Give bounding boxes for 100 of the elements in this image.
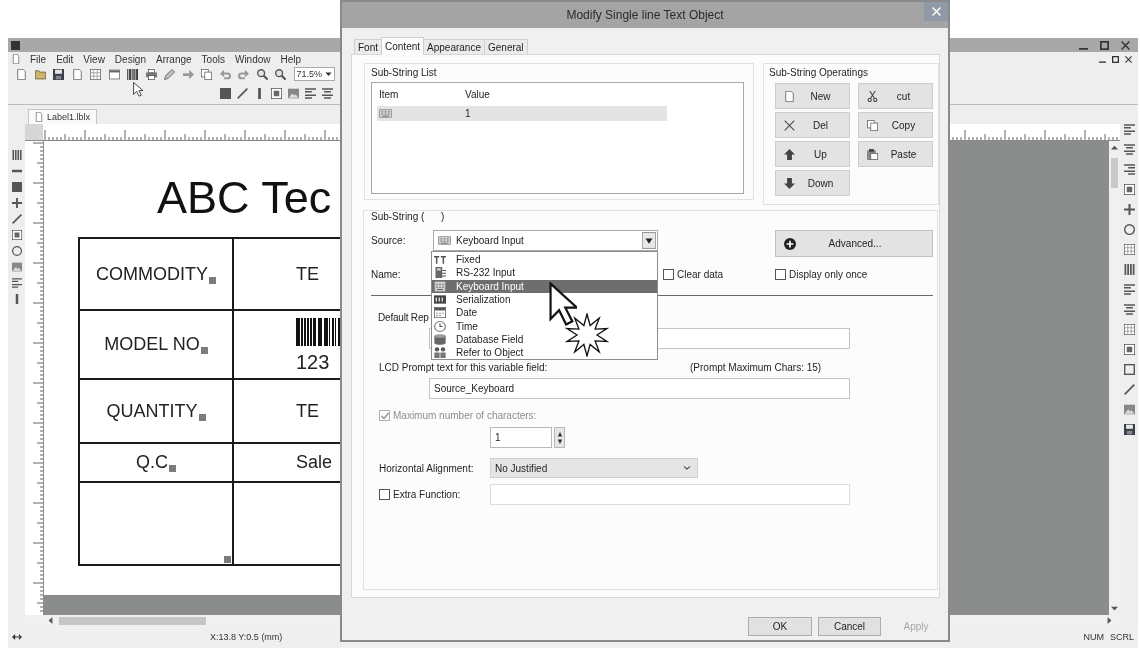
selection-handle-icon[interactable] xyxy=(209,276,216,284)
rectangle-icon[interactable] xyxy=(1123,364,1135,375)
paste-button[interactable]: Paste xyxy=(858,141,933,167)
dropdown-option[interactable]: Keyboard Input xyxy=(432,279,657,293)
menu-item[interactable]: Tools xyxy=(201,53,225,65)
magnifier-icon[interactable] xyxy=(275,68,286,80)
line-icon[interactable] xyxy=(1123,384,1135,395)
delete-button[interactable]: Del xyxy=(775,112,850,138)
bars-icon[interactable] xyxy=(1123,264,1135,275)
close-icon[interactable] xyxy=(1125,55,1132,63)
menu-item[interactable]: File xyxy=(30,53,47,65)
selection-handle-icon[interactable] xyxy=(200,347,208,354)
magnifier-icon[interactable] xyxy=(256,68,268,80)
grid-icon[interactable] xyxy=(1123,324,1135,335)
document-icon[interactable] xyxy=(71,68,83,80)
framed-square-icon[interactable] xyxy=(11,230,22,240)
line-icon[interactable] xyxy=(11,214,22,224)
align-left-icon[interactable] xyxy=(305,87,316,99)
up-arrow-icon[interactable] xyxy=(1111,145,1118,150)
move-down-button[interactable]: Down xyxy=(775,170,850,196)
tab[interactable]: General xyxy=(484,39,528,54)
checkbox[interactable] xyxy=(663,269,674,280)
align-left-icon[interactable] xyxy=(1123,284,1135,295)
dropdown-option[interactable]: Date xyxy=(432,306,657,320)
image-icon[interactable] xyxy=(1123,404,1135,415)
line-icon[interactable] xyxy=(237,87,248,99)
barcode-icon xyxy=(296,317,340,346)
copy-icon[interactable] xyxy=(201,68,212,80)
close-icon[interactable] xyxy=(1121,40,1130,50)
right-arrow-icon[interactable] xyxy=(1107,617,1112,624)
pencil-icon[interactable] xyxy=(164,68,175,80)
checkbox[interactable] xyxy=(775,269,786,280)
circle-icon[interactable] xyxy=(1123,224,1135,235)
new-button[interactable]: New xyxy=(775,83,850,109)
down-arrow-icon[interactable] xyxy=(1111,606,1118,611)
selection-handle-icon[interactable] xyxy=(224,556,231,563)
cancel-button[interactable]: Cancel xyxy=(818,617,881,636)
selection-handle-icon[interactable] xyxy=(198,413,206,421)
folder-icon[interactable] xyxy=(34,68,46,80)
align-left-icon[interactable] xyxy=(1123,124,1135,135)
document-icon[interactable] xyxy=(16,68,27,80)
advanced-button[interactable]: Advanced... xyxy=(775,230,933,257)
image-icon[interactable] xyxy=(11,262,22,272)
dropdown-option[interactable]: Refer to Object xyxy=(432,346,657,360)
scrollbar-thumb[interactable] xyxy=(59,616,206,625)
zoom-dropdown[interactable]: 71.5% xyxy=(293,67,336,81)
scrollbar-thumb[interactable] xyxy=(1111,158,1118,188)
dropdown-option[interactable]: RS-232 Input xyxy=(432,266,657,280)
square-icon[interactable] xyxy=(11,182,22,192)
dropdown-option[interactable]: Time xyxy=(432,319,657,333)
checkbox[interactable] xyxy=(379,489,390,500)
plus-icon[interactable] xyxy=(11,198,22,208)
source-dropdown[interactable]: Keyboard Input xyxy=(433,230,658,251)
move-up-button[interactable]: Up xyxy=(775,141,850,167)
cut-button[interactable]: cut xyxy=(858,83,933,109)
alignment-dropdown[interactable]: No Justified xyxy=(490,458,698,478)
cursor-position: X:13.8 Y:0.5 (mm) xyxy=(210,632,283,642)
list-row[interactable]: 1 xyxy=(377,106,667,121)
spin-button[interactable] xyxy=(554,427,565,448)
tab[interactable]: Content xyxy=(381,37,425,55)
selection-handle-icon[interactable] xyxy=(169,465,176,472)
barcode-icon[interactable] xyxy=(127,68,138,80)
framed-square-icon[interactable] xyxy=(1123,184,1135,195)
framed-square-icon[interactable] xyxy=(271,87,282,99)
label-text: QUANTITY xyxy=(106,400,198,422)
plus-icon[interactable] xyxy=(1123,204,1135,215)
input-field[interactable]: Source_Keyboard xyxy=(429,378,850,399)
device-icon xyxy=(434,267,446,279)
dropdown-option[interactable]: Database Field xyxy=(432,332,657,347)
align-center-icon[interactable] xyxy=(1123,144,1135,155)
circle-icon[interactable] xyxy=(11,246,22,256)
tab[interactable]: Font xyxy=(354,39,382,54)
menu-item[interactable]: Edit xyxy=(56,53,74,65)
input-field[interactable] xyxy=(490,484,850,505)
menu-item[interactable]: Help xyxy=(280,53,302,65)
document-tab[interactable]: Label1.lblx xyxy=(28,109,98,124)
printer-icon[interactable] xyxy=(145,68,157,80)
framed-square-icon[interactable] xyxy=(1123,344,1135,355)
caret-icon[interactable] xyxy=(642,232,656,249)
align-right-icon[interactable] xyxy=(1123,164,1135,175)
menu-item[interactable]: Window xyxy=(234,53,271,65)
menu-item[interactable]: Arrange xyxy=(156,53,192,65)
left-arrow-icon[interactable] xyxy=(48,617,53,624)
menu-item[interactable]: View xyxy=(83,53,105,65)
menu-item[interactable]: Design xyxy=(114,53,146,65)
window-icon[interactable] xyxy=(108,68,120,80)
close-button[interactable] xyxy=(924,2,948,21)
align-center-icon[interactable] xyxy=(322,87,333,99)
image-icon[interactable] xyxy=(288,87,299,99)
square-icon[interactable] xyxy=(220,87,231,99)
ok-button[interactable]: OK xyxy=(748,617,812,636)
grid-icon[interactable] xyxy=(1123,244,1135,255)
dropdown-option[interactable]: Fixed xyxy=(432,253,657,267)
copy-button[interactable]: Copy xyxy=(858,112,933,138)
align-left-icon[interactable] xyxy=(11,278,22,288)
tab[interactable]: Appearance xyxy=(423,39,485,54)
grid-icon[interactable] xyxy=(90,68,101,80)
align-center-icon[interactable] xyxy=(1123,304,1135,315)
bars-icon[interactable] xyxy=(11,150,22,160)
dropdown-option[interactable]: Serialization xyxy=(432,292,657,307)
